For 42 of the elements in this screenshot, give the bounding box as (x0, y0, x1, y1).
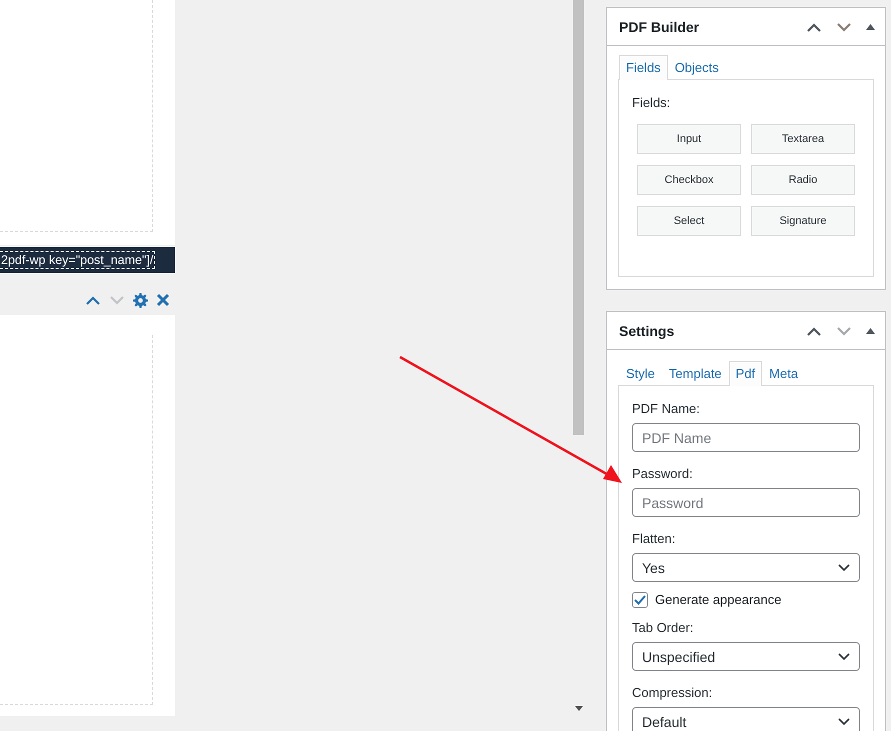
toggle-icon[interactable] (866, 328, 875, 334)
chevron-down-icon[interactable] (836, 326, 852, 336)
field-type-button[interactable]: Textarea (751, 124, 855, 154)
settings-icon[interactable] (133, 292, 148, 308)
field-type-button[interactable]: Input (637, 124, 741, 154)
chevron-up-icon[interactable] (85, 295, 101, 305)
close-icon[interactable] (156, 293, 170, 307)
field-label: Compression: (632, 685, 714, 700)
tab[interactable]: Meta (762, 361, 806, 386)
field-type-button[interactable]: Checkbox (637, 165, 741, 195)
shortcode-text[interactable]: 2pdf-wp key="post_name"]/ (0, 251, 156, 269)
tab[interactable]: Pdf (728, 361, 762, 386)
field-type-button[interactable]: Signature (751, 206, 855, 236)
chevron-up-icon[interactable] (806, 22, 822, 32)
tab[interactable]: Style (619, 361, 662, 386)
chevron-up-icon[interactable] (806, 326, 822, 336)
tab[interactable]: Objects (668, 55, 726, 80)
chevron-down-icon[interactable] (836, 22, 852, 32)
chevron-down-icon (838, 652, 850, 660)
field-label: Flatten: (632, 531, 676, 546)
field-type-button[interactable]: Radio (751, 165, 855, 195)
text-field[interactable]: PDF Name (632, 423, 860, 452)
chevron-down-icon (838, 718, 850, 726)
field-label: Tab Order: (632, 620, 694, 635)
field-label: Password: (632, 466, 694, 481)
panel-title: Settings (619, 322, 676, 338)
tab[interactable]: Fields (619, 55, 668, 80)
panel-title: PDF Builder (619, 18, 700, 34)
chevron-down-icon (838, 564, 850, 572)
field-label: PDF Name: (632, 401, 701, 416)
select-field[interactable]: Yes (632, 553, 860, 582)
fields-heading: Fields: (632, 95, 672, 110)
checkbox[interactable] (632, 592, 648, 608)
scrollbar-thumb[interactable] (573, 0, 584, 435)
select-field[interactable]: Unspecified (632, 642, 860, 671)
scroll-down-icon[interactable] (574, 706, 582, 711)
tab[interactable]: Template (662, 361, 729, 386)
text-field[interactable]: Password (632, 488, 860, 517)
toggle-icon[interactable] (866, 24, 875, 30)
select-field[interactable]: Default (632, 707, 860, 731)
checkbox-label: Generate appearance (655, 592, 782, 608)
field-type-button[interactable]: Select (637, 206, 741, 236)
